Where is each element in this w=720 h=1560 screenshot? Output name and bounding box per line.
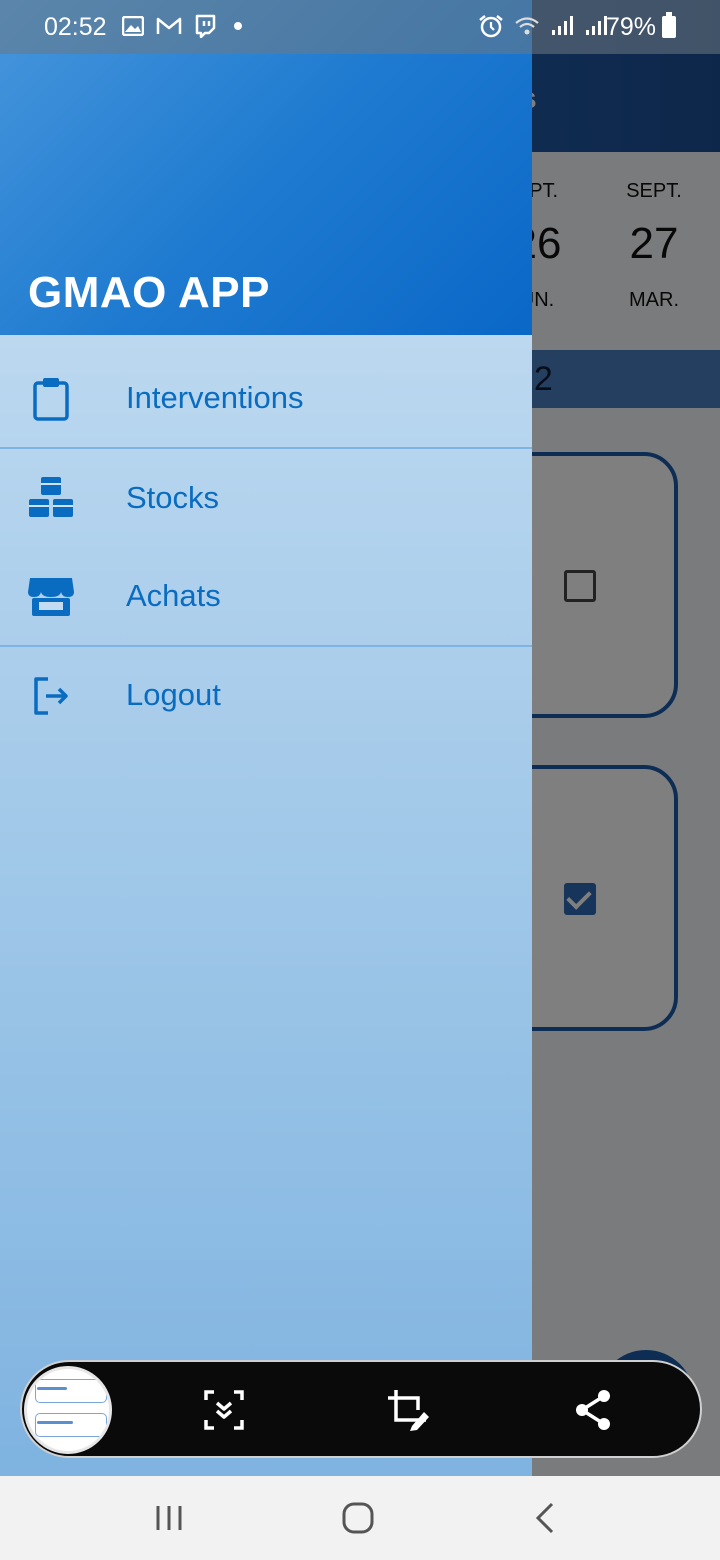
crop-edit-icon[interactable] bbox=[386, 1388, 430, 1432]
status-bar: 02:52 79% bbox=[0, 0, 720, 54]
dot-icon bbox=[234, 22, 242, 30]
back-icon[interactable] bbox=[526, 1498, 566, 1538]
menu-item-label: Interventions bbox=[126, 380, 304, 415]
recent-apps-icon[interactable] bbox=[150, 1498, 190, 1538]
system-icons bbox=[478, 14, 608, 38]
screenshot-toolbar bbox=[20, 1360, 702, 1458]
menu-item-interventions[interactable]: Interventions bbox=[0, 350, 532, 448]
drawer-title: GMAO APP bbox=[28, 268, 270, 317]
menu-item-stocks[interactable]: Stocks bbox=[0, 450, 532, 548]
thumbnail-card bbox=[35, 1379, 107, 1403]
signal-icon bbox=[586, 16, 607, 35]
thumbnail-line bbox=[37, 1387, 67, 1390]
menu-item-label: Achats bbox=[126, 578, 221, 613]
cubes-icon bbox=[29, 477, 73, 517]
home-icon[interactable] bbox=[338, 1498, 378, 1538]
thumbnail-card bbox=[35, 1413, 107, 1437]
alarm-icon bbox=[479, 15, 503, 38]
gmail-icon bbox=[156, 17, 182, 34]
screenshot-thumbnail[interactable] bbox=[24, 1366, 112, 1454]
menu-item-achats[interactable]: Achats bbox=[0, 548, 532, 646]
menu-divider bbox=[0, 447, 532, 449]
navigation-drawer: GMAO APP Interventions Stocks Achats Log… bbox=[0, 0, 532, 1476]
wifi-icon bbox=[515, 17, 539, 35]
navigation-bar bbox=[0, 1476, 720, 1560]
menu-item-label: Stocks bbox=[126, 480, 220, 515]
menu-item-logout[interactable]: Logout bbox=[0, 647, 532, 745]
store-icon bbox=[28, 578, 74, 616]
thumbnail-line bbox=[37, 1421, 73, 1424]
scroll-capture-icon[interactable] bbox=[202, 1388, 246, 1432]
logout-icon bbox=[34, 677, 68, 715]
image-icon bbox=[122, 16, 144, 36]
share-icon[interactable] bbox=[572, 1388, 616, 1432]
menu-item-label: Logout bbox=[126, 677, 221, 712]
signal-icon bbox=[552, 16, 573, 35]
notification-icons bbox=[122, 14, 242, 38]
status-time: 02:52 bbox=[44, 13, 107, 41]
battery-percent: 79% bbox=[606, 13, 657, 41]
twitch-icon bbox=[195, 14, 216, 38]
battery-icon bbox=[662, 12, 676, 38]
clipboard-icon bbox=[33, 378, 69, 421]
